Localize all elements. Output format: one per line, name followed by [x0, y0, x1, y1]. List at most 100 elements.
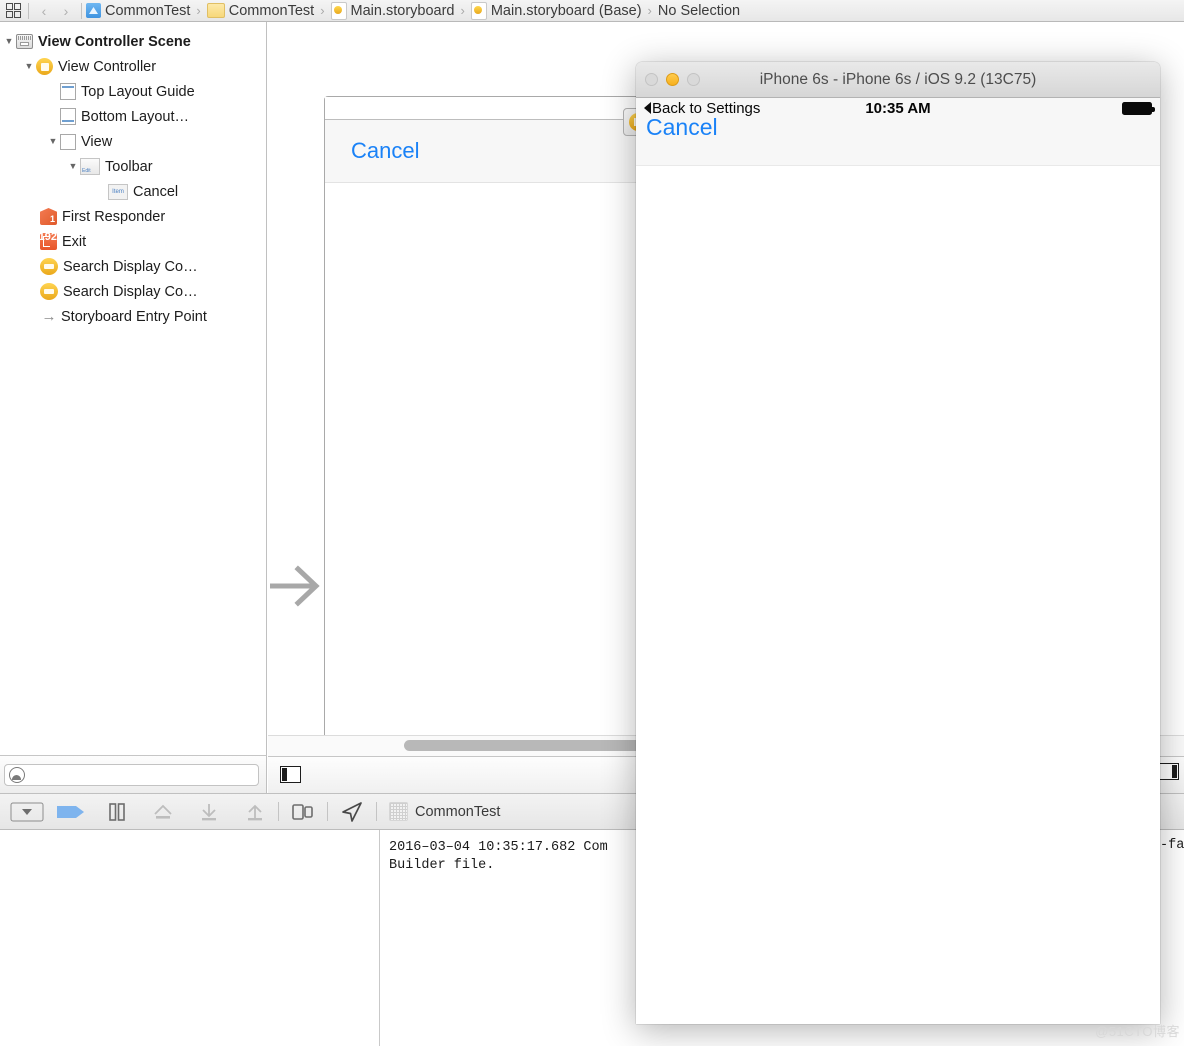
- top-layout-guide-icon: [60, 83, 76, 100]
- ios-toolbar[interactable]: Cancel: [636, 114, 1160, 166]
- grid-icon[interactable]: [2, 1, 24, 21]
- outline-item-toolbar[interactable]: ▼ Toolbar: [0, 154, 266, 179]
- ios-cancel-button[interactable]: Cancel: [646, 114, 718, 141]
- panel-right-fill-icon: [1172, 765, 1177, 778]
- outline-item-view-controller-scene[interactable]: ▼ View Controller Scene: [0, 29, 266, 54]
- continue-button[interactable]: [48, 800, 94, 824]
- disclosure-spacer: \u25bc: [94, 187, 108, 196]
- outline-filter-field[interactable]: [4, 763, 259, 786]
- exit-icon: [26, 231, 57, 250]
- console-occluded-fragment: ‑fac: [1160, 838, 1184, 853]
- simulator-titlebar[interactable]: iPhone 6s - iPhone 6s / iOS 9.2 (13C75): [636, 62, 1160, 98]
- outline-item-label: Bottom Layout…: [81, 108, 189, 125]
- step-into-button[interactable]: [186, 800, 232, 824]
- outline-item-label: View Controller Scene: [38, 33, 191, 50]
- disclosure-spacer: \u25bc: [26, 262, 40, 271]
- bar-button-item-icon: Item: [108, 183, 128, 200]
- outline-item-label: Toolbar: [105, 158, 153, 175]
- outline-item-search-display-controller-1[interactable]: \u25bc Search Display Co…: [0, 254, 266, 279]
- outline-item-view-controller[interactable]: ▼ View Controller: [0, 54, 266, 79]
- view-controller-icon: [36, 58, 53, 75]
- breadcrumb-label: No Selection: [657, 2, 741, 19]
- debug-view-hierarchy-button[interactable]: [279, 800, 327, 824]
- filter-icon: [9, 766, 25, 783]
- simulator-window-title: iPhone 6s - iPhone 6s / iOS 9.2 (13C75): [759, 70, 1037, 88]
- breadcrumb-chevron: ›: [647, 3, 652, 18]
- disclosure-spacer: \u25bc: [26, 287, 40, 296]
- outline-item-label: View Controller: [58, 58, 157, 75]
- entry-point-arrow-icon[interactable]: [268, 546, 328, 616]
- breadcrumb-label: CommonTest: [228, 2, 315, 19]
- outline-item-label: Cancel: [133, 183, 179, 200]
- outline-filter-input[interactable]: [29, 766, 258, 783]
- first-responder-icon: [40, 208, 57, 225]
- debug-process-selector[interactable]: CommonTest: [389, 802, 500, 821]
- bottom-layout-guide-icon: [60, 108, 76, 125]
- simulate-location-button[interactable]: [328, 800, 376, 824]
- scene-toolbar-cancel-item[interactable]: Cancel: [351, 138, 419, 164]
- step-over-button[interactable]: [140, 800, 186, 824]
- disclosure-spacer: \u25bc: [46, 87, 60, 96]
- step-out-button[interactable]: [232, 800, 278, 824]
- pause-button[interactable]: [94, 800, 140, 824]
- ios-status-bar: Back to Settings 10:35 AM: [636, 98, 1160, 118]
- debug-bar-divider-3: [376, 802, 377, 821]
- hide-debug-area-button[interactable]: [6, 800, 48, 824]
- breadcrumb-chevron: ›: [196, 3, 201, 18]
- breadcrumb-item-storyboard-base[interactable]: Main.storyboard (Base): [470, 1, 642, 20]
- outline-item-top-layout-guide[interactable]: \u25bc Top Layout Guide: [0, 79, 266, 104]
- toggle-document-outline-button[interactable]: [280, 766, 301, 783]
- forward-button[interactable]: ›: [55, 3, 77, 19]
- disclosure-triangle-icon[interactable]: ▼: [66, 162, 80, 171]
- panel-left-fill-icon: [282, 768, 287, 781]
- back-button[interactable]: ‹: [33, 3, 55, 19]
- disclosure-triangle-icon[interactable]: ▼: [22, 62, 36, 71]
- breadcrumb-label: Main.storyboard: [350, 2, 455, 19]
- outline-item-label: First Responder: [62, 208, 166, 225]
- outline-item-exit[interactable]: \u25bc Exit: [0, 229, 266, 254]
- jump-bar: ‹ › CommonTest › CommonTest › Main.story…: [0, 0, 1184, 22]
- entry-point-arrow-icon: →: [41, 308, 57, 325]
- outline-item-storyboard-entry-point[interactable]: \u25bc → Storyboard Entry Point: [0, 304, 266, 329]
- outline-item-label: Storyboard Entry Point: [61, 308, 207, 325]
- breadcrumb-label: Main.storyboard (Base): [490, 2, 642, 19]
- scene-toolbar[interactable]: Cancel: [325, 120, 653, 183]
- breadcrumb-label: CommonTest: [105, 2, 191, 19]
- disclosure-triangle-icon[interactable]: ▼: [46, 137, 60, 146]
- scene-icon: [16, 34, 33, 49]
- outline-item-search-display-controller-2[interactable]: \u25bc Search Display Co…: [0, 279, 266, 304]
- editor-panel-toggles[interactable]: [1158, 763, 1179, 780]
- variables-view[interactable]: [0, 830, 380, 1046]
- process-icon: [389, 802, 408, 821]
- disclosure-triangle-icon[interactable]: ▼: [2, 37, 16, 46]
- search-display-controller-icon: [40, 283, 58, 300]
- storyboard-icon: [470, 1, 487, 20]
- breadcrumb-item-project[interactable]: CommonTest: [86, 3, 190, 19]
- outline-item-label: Search Display Co…: [63, 283, 198, 300]
- toggle-utilities-button[interactable]: [1158, 763, 1179, 780]
- outline-item-label: View: [81, 133, 113, 150]
- debug-process-label: CommonTest: [415, 803, 501, 820]
- breadcrumb-item-storyboard[interactable]: Main.storyboard: [330, 1, 455, 20]
- disclosure-spacer: \u25bc: [46, 112, 60, 121]
- storyboard-scene-view-controller[interactable]: Cancel: [324, 96, 654, 735]
- outline-item-label: Search Display Co…: [63, 258, 198, 275]
- simulator-window[interactable]: iPhone 6s - iPhone 6s / iOS 9.2 (13C75) …: [636, 62, 1160, 1024]
- breadcrumb-chevron: ›: [320, 3, 325, 18]
- scene-status-bar: [325, 97, 653, 120]
- outline-item-first-responder[interactable]: \u25bc First Responder: [0, 204, 266, 229]
- jump-bar-divider-2: [81, 2, 82, 19]
- status-bar-time: 10:35 AM: [865, 99, 931, 117]
- outline-item-bottom-layout-guide[interactable]: \u25bc Bottom Layout…: [0, 104, 266, 129]
- battery-icon: [1122, 102, 1155, 115]
- outline-filter-bar: [0, 755, 267, 793]
- breadcrumb-chevron: ›: [460, 3, 465, 18]
- toolbar-icon: [80, 158, 100, 175]
- outline-item-view[interactable]: ▼ View: [0, 129, 266, 154]
- project-icon: [86, 3, 101, 18]
- storyboard-icon: [330, 1, 347, 20]
- outline-item-cancel[interactable]: \u25bc Item Cancel: [0, 179, 266, 204]
- breadcrumb-item-group[interactable]: CommonTest: [206, 2, 315, 19]
- breadcrumb-item-selection[interactable]: No Selection: [658, 3, 740, 19]
- ios-app-content[interactable]: [636, 166, 1160, 1024]
